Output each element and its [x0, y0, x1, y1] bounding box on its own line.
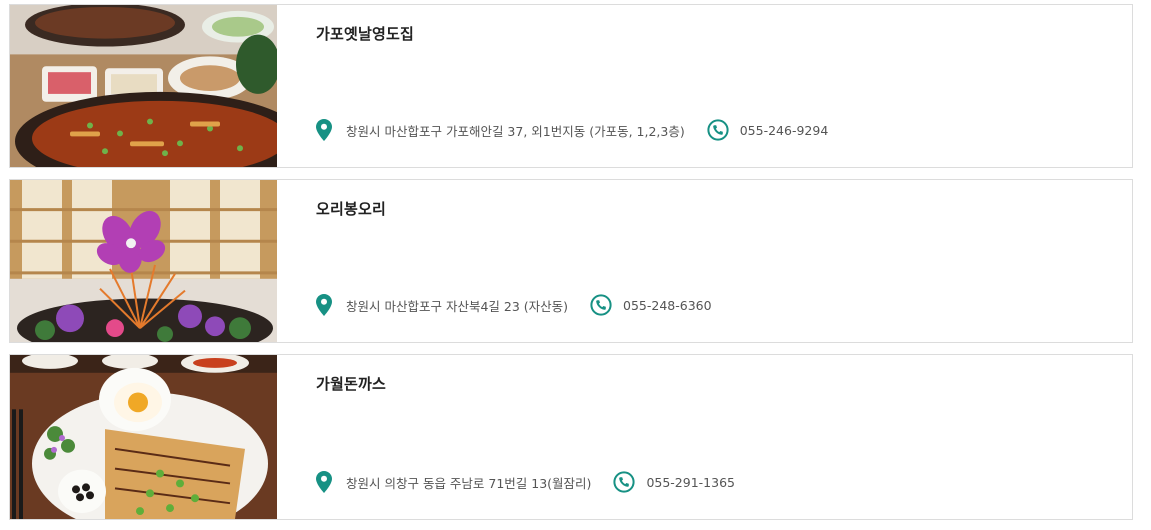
restaurant-address: 창원시 마산합포구 가포해안길 37, 외1번지동 (가포동, 1,2,3층)	[346, 123, 685, 139]
restaurant-photo[interactable]	[10, 180, 277, 342]
restaurant-info: 창원시 의창구 동읍 주남로 71번길 13(월잠리) 055-291-1365	[316, 471, 735, 493]
location-pin-icon	[316, 471, 332, 493]
restaurant-card[interactable]: 가월돈까스 창원시 의창구 동읍 주남로 71번길 13(월잠리) 055-29…	[9, 354, 1133, 520]
location-pin-icon	[316, 119, 332, 141]
restaurant-photo[interactable]	[10, 5, 277, 167]
restaurant-phone[interactable]: 055-246-9294	[740, 123, 829, 138]
phone-icon	[613, 471, 636, 493]
restaurant-info: 창원시 마산합포구 자산북4길 23 (자산동) 055-248-6360	[316, 294, 712, 316]
duck-dish-with-orchid-image	[10, 180, 277, 342]
restaurant-photo[interactable]	[10, 355, 277, 519]
restaurant-address: 창원시 의창구 동읍 주남로 71번길 13(월잠리)	[346, 475, 592, 491]
grilled-eel-platter-image	[10, 5, 277, 167]
restaurant-phone[interactable]: 055-248-6360	[623, 298, 712, 313]
location-pin-icon	[316, 294, 332, 316]
phone-icon	[707, 119, 729, 141]
restaurant-address: 창원시 마산합포구 자산북4길 23 (자산동)	[346, 298, 569, 314]
restaurant-card[interactable]: 오리봉오리 창원시 마산합포구 자산북4길 23 (자산동) 055-248-6…	[9, 179, 1133, 343]
phone-icon	[590, 294, 612, 316]
restaurant-info: 창원시 마산합포구 가포해안길 37, 외1번지동 (가포동, 1,2,3층) …	[316, 119, 828, 141]
pork-cutlet-plate-image	[10, 355, 277, 519]
restaurant-phone[interactable]: 055-291-1365	[646, 475, 735, 490]
restaurant-name[interactable]: 오리봉오리	[316, 198, 386, 219]
restaurant-name[interactable]: 가포옛날영도집	[316, 23, 414, 44]
restaurant-card[interactable]: 가포옛날영도집 창원시 마산합포구 가포해안길 37, 외1번지동 (가포동, …	[9, 4, 1133, 168]
restaurant-name[interactable]: 가월돈까스	[316, 373, 386, 394]
